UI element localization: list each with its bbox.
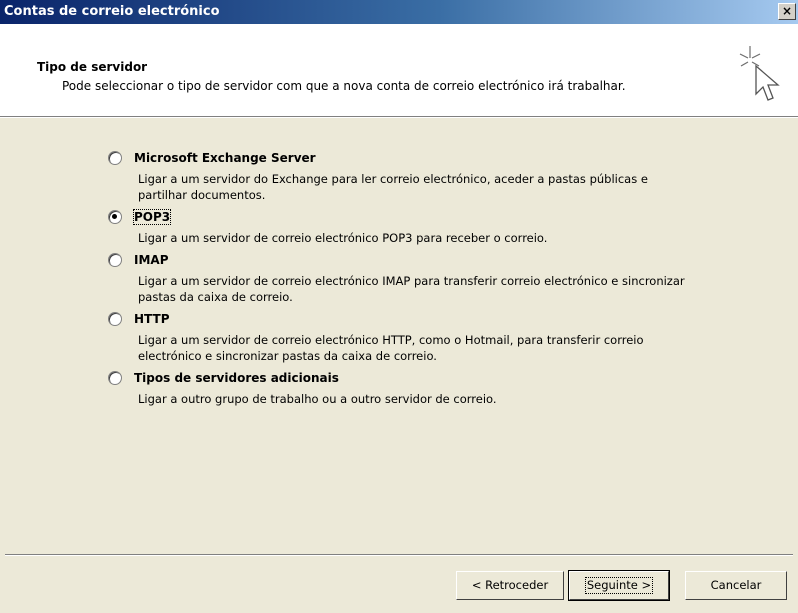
title-bar[interactable]: Contas de correio electrónico ×: [0, 0, 798, 24]
radio-additional[interactable]: [108, 371, 122, 385]
option-pop3-description: Ligar a um servidor de correio electróni…: [138, 231, 548, 245]
option-exchange-description: Ligar a um servidor do Exchange para ler…: [138, 172, 648, 202]
option-pop3-label[interactable]: POP3: [132, 209, 172, 225]
email-accounts-dialog: Contas de correio electrónico × Tipo de …: [0, 0, 798, 613]
option-http: HTTP Ligar a um servidor de correio elec…: [108, 309, 728, 364]
option-exchange: Microsoft Exchange Server Ligar a um ser…: [108, 148, 728, 203]
radio-http[interactable]: [108, 312, 122, 326]
option-additional: Tipos de servidores adicionais Ligar a o…: [108, 368, 728, 407]
wizard-header: Tipo de servidor Pode seleccionar o tipo…: [0, 24, 798, 117]
page-title: Tipo de servidor: [37, 60, 148, 74]
option-imap: IMAP Ligar a um servidor de correio elec…: [108, 250, 728, 305]
server-type-options: Microsoft Exchange Server Ligar a um ser…: [108, 148, 728, 411]
radio-pop3[interactable]: [108, 210, 122, 224]
radio-imap[interactable]: [108, 253, 122, 267]
close-icon: ×: [781, 4, 793, 18]
option-imap-label[interactable]: IMAP: [134, 253, 169, 267]
option-imap-description: Ligar a um servidor de correio electróni…: [138, 274, 685, 304]
cancel-button[interactable]: Cancelar: [685, 571, 787, 600]
option-row[interactable]: POP3: [108, 207, 728, 227]
footer-divider-highlight: [5, 555, 793, 556]
option-row[interactable]: Tipos de servidores adicionais: [108, 368, 728, 388]
option-http-label[interactable]: HTTP: [134, 312, 169, 326]
option-additional-description: Ligar a outro grupo de trabalho ou a out…: [138, 392, 497, 406]
window-title: Contas de correio electrónico: [4, 4, 220, 19]
option-http-description: Ligar a um servidor de correio electróni…: [138, 333, 644, 363]
cancel-button-label: Cancelar: [710, 578, 762, 592]
option-exchange-label[interactable]: Microsoft Exchange Server: [134, 151, 316, 165]
back-button-label: < Retroceder: [471, 578, 549, 592]
option-pop3: POP3 Ligar a um servidor de correio elec…: [108, 207, 728, 246]
page-description: Pode seleccionar o tipo de servidor com …: [62, 79, 626, 93]
close-button[interactable]: ×: [778, 3, 796, 20]
option-row[interactable]: Microsoft Exchange Server: [108, 148, 728, 168]
option-additional-label[interactable]: Tipos de servidores adicionais: [134, 371, 339, 385]
back-button[interactable]: < Retroceder: [456, 571, 564, 600]
radio-exchange[interactable]: [108, 151, 122, 165]
next-button-label: Seguinte >: [584, 577, 654, 594]
option-row[interactable]: IMAP: [108, 250, 728, 270]
header-separator: [0, 117, 798, 118]
wizard-cursor-sparkle-icon: [739, 46, 780, 101]
option-row[interactable]: HTTP: [108, 309, 728, 329]
next-button[interactable]: Seguinte >: [568, 570, 670, 601]
